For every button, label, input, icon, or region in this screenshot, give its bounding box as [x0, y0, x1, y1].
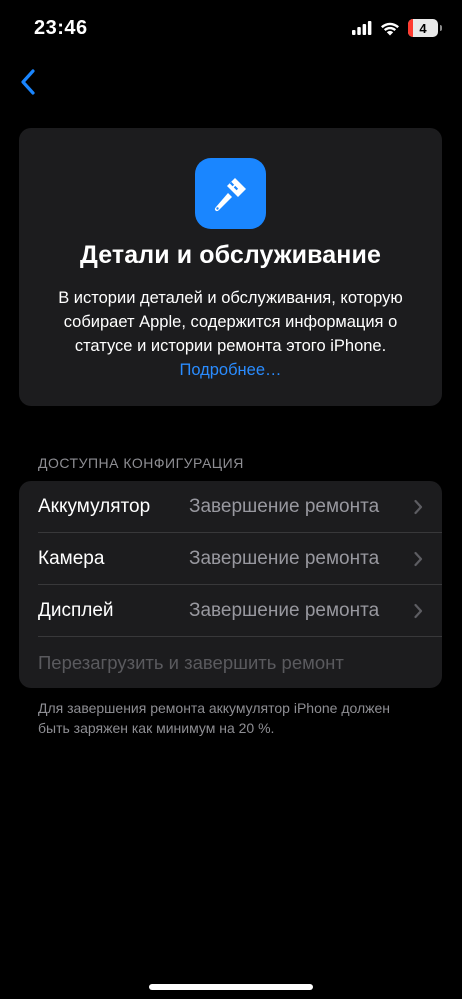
row-value: Завершение ремонта [189, 600, 380, 621]
status-bar: 23:46 4 [0, 0, 462, 60]
screwdriver-icon [214, 177, 246, 211]
row-value: Завершение ремонта [189, 548, 380, 569]
header-description: В истории деталей и обслуживания, котору… [37, 286, 424, 382]
footer-note: Для завершения ремонта аккумулятор iPhon… [38, 700, 391, 736]
battery-icon: 4 [408, 19, 442, 37]
description-text: В истории деталей и обслуживания, котору… [58, 289, 403, 355]
restart-action-label: Перезагрузить и завершить ремонт [38, 652, 344, 673]
row-label: Камера [38, 548, 105, 569]
row-value: Завершение ремонта [189, 496, 380, 517]
configuration-list: Аккумулятор Завершение ремонта Камера За… [19, 481, 442, 688]
chevron-right-icon [414, 603, 423, 619]
home-indicator [149, 984, 313, 990]
chevron-left-icon [21, 69, 35, 95]
status-time: 23:46 [34, 17, 88, 39]
row-battery[interactable]: Аккумулятор Завершение ремонта [19, 481, 442, 533]
chevron-right-icon [414, 551, 423, 567]
parts-service-app-icon [195, 158, 266, 229]
cellular-signal-icon [352, 21, 372, 35]
restart-and-complete-repair-button[interactable]: Перезагрузить и завершить ремонт [19, 637, 442, 688]
row-display[interactable]: Дисплей Завершение ремонта [19, 585, 442, 637]
wifi-icon [381, 22, 399, 35]
header-card: Детали и обслуживание В истории деталей … [19, 128, 442, 406]
page-title: Детали и обслуживание [80, 241, 381, 269]
back-button[interactable] [8, 64, 48, 100]
row-label: Дисплей [38, 600, 114, 621]
chevron-right-icon [414, 499, 423, 515]
row-camera[interactable]: Камера Завершение ремонта [19, 533, 442, 585]
battery-level: 4 [419, 20, 427, 36]
status-icons: 4 [352, 19, 442, 37]
learn-more-link[interactable]: Подробнее… [179, 361, 281, 379]
row-label: Аккумулятор [38, 496, 151, 517]
section-header: ДОСТУПНА КОНФИГУРАЦИЯ [38, 455, 244, 471]
